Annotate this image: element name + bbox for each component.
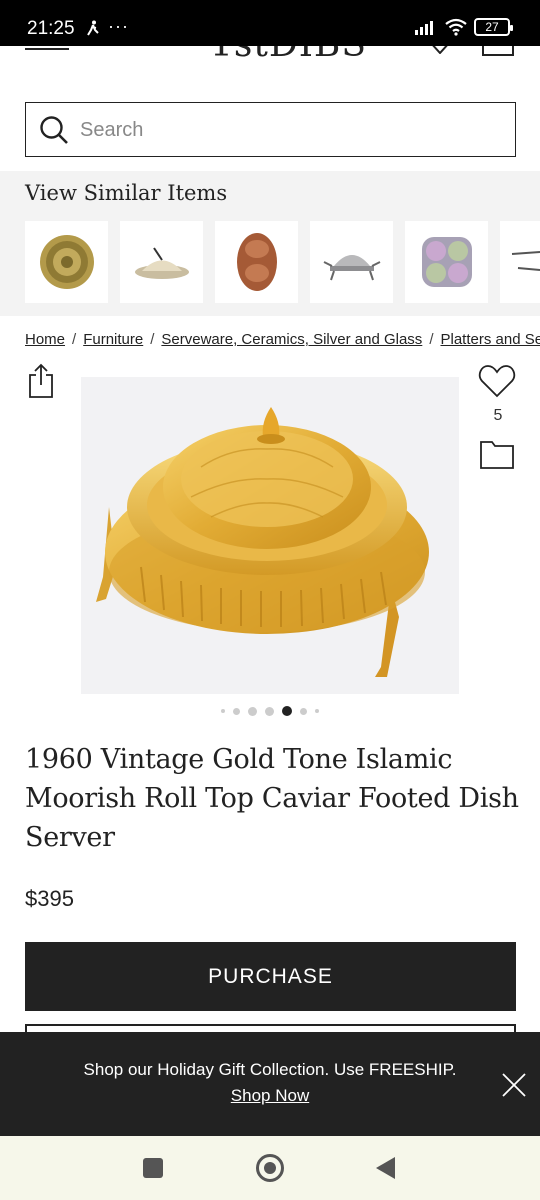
- breadcrumb-furniture[interactable]: Furniture: [83, 331, 143, 348]
- status-more-dots: ···: [108, 16, 129, 36]
- search-icon: [40, 116, 68, 144]
- battery-icon: 27: [474, 18, 513, 36]
- recent-apps-icon[interactable]: [143, 1158, 163, 1178]
- cart-icon[interactable]: [482, 46, 514, 56]
- carousel-dot[interactable]: [265, 706, 274, 716]
- walking-icon: [87, 20, 99, 36]
- breadcrumb-separator: /: [72, 331, 77, 348]
- system-nav-bar: [0, 1136, 540, 1200]
- signal-icon: [415, 21, 433, 35]
- battery-level: 27: [485, 20, 499, 34]
- gold-plate-icon: [39, 235, 94, 289]
- folder-icon[interactable]: [479, 438, 515, 470]
- like-count: 5: [493, 407, 503, 424]
- carousel-dot-active[interactable]: [282, 706, 292, 716]
- similar-items-title: View Similar Items: [25, 181, 228, 205]
- breadcrumb-serveware[interactable]: Serveware, Ceramics, Silver and Glass: [161, 331, 422, 348]
- close-icon[interactable]: [501, 1072, 527, 1098]
- favorites-icon[interactable]: [428, 46, 452, 54]
- promo-shop-now-link[interactable]: Shop Now: [231, 1086, 309, 1105]
- carousel-dot[interactable]: [315, 709, 319, 713]
- similar-item[interactable]: [310, 221, 393, 303]
- breadcrumb-separator: /: [150, 331, 155, 348]
- product-title: 1960 Vintage Gold Tone Islamic Moorish R…: [25, 744, 519, 853]
- site-logo[interactable]: 1stDIBS: [210, 46, 367, 65]
- copper-tray-icon: [236, 233, 277, 291]
- similar-item[interactable]: [405, 221, 488, 303]
- similar-items-section: View Similar Items: [0, 171, 540, 316]
- home-icon[interactable]: [256, 1154, 284, 1182]
- similar-item[interactable]: [120, 221, 203, 303]
- cutlery-icon: [511, 251, 540, 271]
- similar-item[interactable]: [500, 221, 540, 303]
- status-bar: 21:25 ··· 27: [0, 0, 540, 46]
- search-input[interactable]: [80, 113, 500, 147]
- status-time: 21:25: [27, 18, 75, 39]
- carousel-dot[interactable]: [248, 706, 257, 716]
- carousel-dots[interactable]: [0, 704, 540, 718]
- carousel-dot[interactable]: [221, 709, 225, 713]
- product-image[interactable]: [81, 377, 459, 694]
- heart-icon[interactable]: [478, 363, 516, 399]
- carousel-dot[interactable]: [233, 707, 240, 715]
- site-header: 1stDIBS: [0, 46, 540, 66]
- search-box[interactable]: [25, 102, 516, 157]
- share-icon[interactable]: [28, 363, 54, 399]
- promo-text: Shop our Holiday Gift Collection. Use FR…: [83, 1060, 457, 1079]
- breadcrumb-home[interactable]: Home: [25, 331, 65, 348]
- breadcrumb-separator: /: [429, 331, 434, 348]
- similar-item[interactable]: [215, 221, 298, 303]
- gold-caviar-dish-image: [96, 407, 429, 677]
- similar-item[interactable]: [25, 221, 108, 303]
- promo-banner: Shop our Holiday Gift Collection. Use FR…: [0, 1032, 540, 1136]
- purchase-button[interactable]: PURCHASE: [25, 942, 516, 1011]
- wifi-icon: [445, 18, 467, 36]
- enamel-box-icon: [421, 237, 472, 287]
- breadcrumb-platters[interactable]: Platters and Serveware: [440, 331, 540, 348]
- menu-icon[interactable]: [25, 46, 69, 50]
- roll-top-server-icon: [323, 255, 380, 281]
- carousel-dot[interactable]: [300, 707, 307, 715]
- product-price: $395: [25, 886, 74, 911]
- back-icon[interactable]: [376, 1157, 395, 1179]
- breadcrumb: Home / Furniture / Serveware, Ceramics, Silv…: [25, 331, 540, 348]
- dome-dish-icon: [134, 247, 189, 279]
